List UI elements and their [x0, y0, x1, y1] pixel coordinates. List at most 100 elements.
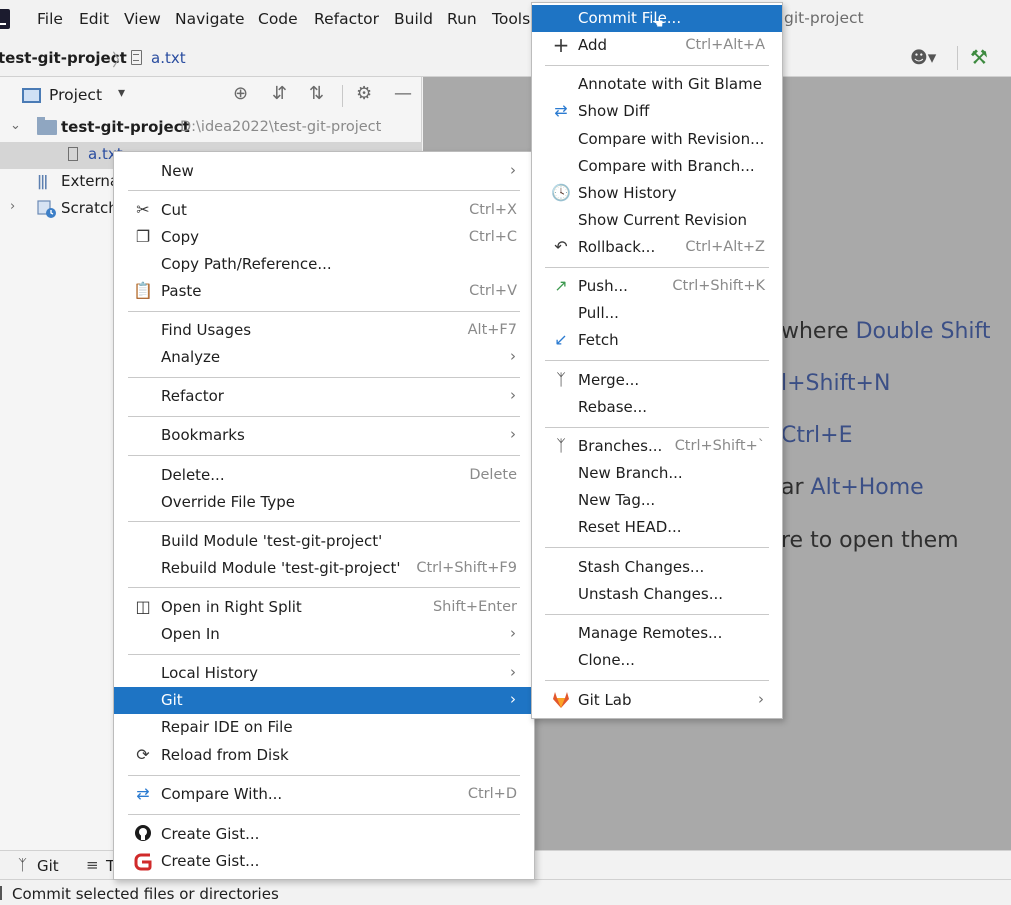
- menu-item-copy[interactable]: ❐ Copy Ctrl+C: [114, 224, 534, 251]
- expand-chevron-icon[interactable]: ⌄: [10, 118, 21, 133]
- menu-item-create-gist-github[interactable]: Create Gist...: [114, 821, 534, 848]
- menu-code[interactable]: Code: [258, 10, 298, 28]
- menu-item-annotate[interactable]: Annotate with Git Blame: [532, 71, 782, 98]
- menu-item-show-history[interactable]: 🕓 Show History: [532, 180, 782, 207]
- menu-item-refactor[interactable]: Refactor ›: [114, 383, 534, 410]
- menu-run[interactable]: Run: [447, 10, 477, 28]
- menu-item-copy-path[interactable]: Copy Path/Reference...: [114, 251, 534, 278]
- menu-item-gitlab[interactable]: Git Lab ›: [532, 687, 782, 714]
- tree-root-row[interactable]: ⌄ test-git-project D:\idea2022\test-git-…: [0, 115, 422, 142]
- hide-panel-icon[interactable]: —: [394, 83, 412, 104]
- text-file-icon: [131, 50, 142, 65]
- menu-item-label: Copy: [161, 228, 200, 246]
- collapsed-chevron-icon[interactable]: ›: [10, 199, 15, 214]
- menu-tools[interactable]: Tools: [492, 10, 530, 28]
- menu-item-pull[interactable]: Pull...: [532, 300, 782, 327]
- menu-item-build-module[interactable]: Build Module 'test-git-project': [114, 528, 534, 555]
- menu-navigate[interactable]: Navigate: [175, 10, 245, 28]
- submenu-arrow-icon: ›: [510, 161, 516, 179]
- user-account-icon[interactable]: ☻▾: [910, 48, 946, 70]
- github-icon: [133, 824, 153, 844]
- menu-item-shortcut: Ctrl+V: [469, 283, 517, 299]
- menu-item-analyze[interactable]: Analyze ›: [114, 344, 534, 371]
- menu-build[interactable]: Build: [394, 10, 433, 28]
- menu-bar: File Edit View Navigate Code Refactor Bu…: [0, 0, 1011, 40]
- expand-all-icon[interactable]: ⇵: [272, 83, 287, 104]
- menu-item-new-tag[interactable]: New Tag...: [532, 487, 782, 514]
- intellij-logo-icon[interactable]: [0, 9, 10, 29]
- menu-item-manage-remotes[interactable]: Manage Remotes...: [532, 620, 782, 647]
- menu-item-push[interactable]: ↗ Push... Ctrl+Shift+K: [532, 273, 782, 300]
- menu-item-open-right-split[interactable]: ◫ Open in Right Split Shift+Enter: [114, 594, 534, 621]
- menu-view[interactable]: View: [124, 10, 161, 28]
- tree-root-name: test-git-project: [61, 118, 190, 136]
- view-dropdown-icon[interactable]: ▾: [118, 85, 125, 101]
- menu-separator: [545, 360, 769, 361]
- menu-item-compare-branch[interactable]: Compare with Branch...: [532, 153, 782, 180]
- clock-icon: 🕓: [551, 183, 571, 202]
- menu-refactor[interactable]: Refactor: [314, 10, 379, 28]
- menu-item-label: Git Lab: [578, 691, 632, 709]
- menu-item-paste[interactable]: 📋 Paste Ctrl+V: [114, 278, 534, 305]
- menu-item-shortcut: Ctrl+D: [467, 786, 517, 802]
- collapse-all-icon[interactable]: ⇅: [309, 83, 324, 104]
- menu-item-local-history[interactable]: Local History ›: [114, 660, 534, 687]
- menu-item-commit-file[interactable]: Commit File... ☚: [532, 5, 782, 32]
- menu-item-shortcut: Alt+F7: [467, 322, 517, 338]
- menu-item-bookmarks[interactable]: Bookmarks ›: [114, 422, 534, 449]
- menu-item-new[interactable]: New ›: [114, 158, 534, 185]
- split-editor-icon: ◫: [135, 597, 151, 616]
- menu-item-clone[interactable]: Clone...: [532, 647, 782, 674]
- menu-item-label: Add: [578, 36, 608, 54]
- menu-item-delete[interactable]: Delete... Delete: [114, 462, 534, 489]
- menu-item-git[interactable]: Git ›: [114, 687, 534, 714]
- menu-item-reload-from-disk[interactable]: ⟳ Reload from Disk: [114, 742, 534, 769]
- hint-text: where: [781, 319, 856, 344]
- git-branch-icon[interactable]: ᛉ: [18, 856, 27, 874]
- status-bar: Commit selected files or directories: [0, 879, 1011, 905]
- menu-item-branches[interactable]: ᛉ Branches... Ctrl+Shift+`: [532, 433, 782, 460]
- project-panel-header: Project ▾ ⊕ ⇵ ⇅ ⚙ —: [0, 77, 422, 115]
- menu-item-repair-ide[interactable]: Repair IDE on File: [114, 714, 534, 741]
- gear-icon[interactable]: ⚙: [356, 83, 372, 104]
- menu-separator: [128, 377, 520, 378]
- menu-item-new-branch[interactable]: New Branch...: [532, 460, 782, 487]
- menu-item-unstash[interactable]: Unstash Changes...: [532, 581, 782, 608]
- build-hammer-icon[interactable]: ⚒: [970, 45, 988, 69]
- menu-item-label: Git: [161, 691, 183, 709]
- menu-separator: [128, 814, 520, 815]
- menu-item-label: Override File Type: [161, 493, 295, 511]
- menu-item-merge[interactable]: ᛉ Merge...: [532, 367, 782, 394]
- merge-icon: ᛉ: [556, 370, 566, 389]
- plus-icon: +: [552, 33, 570, 57]
- menu-item-compare-with[interactable]: ⇄ Compare With... Ctrl+D: [114, 781, 534, 808]
- tool-window-git[interactable]: Git: [37, 857, 59, 875]
- menu-item-add[interactable]: + Add Ctrl+Alt+A: [532, 32, 782, 59]
- menu-item-stash[interactable]: Stash Changes...: [532, 554, 782, 581]
- locate-file-icon[interactable]: ⊕: [233, 83, 248, 104]
- menu-file[interactable]: File: [37, 10, 63, 28]
- menu-item-rollback[interactable]: ↶ Rollback... Ctrl+Alt+Z: [532, 234, 782, 261]
- menu-edit[interactable]: Edit: [79, 10, 109, 28]
- breadcrumb-file[interactable]: a.txt: [151, 49, 186, 67]
- menu-item-show-diff[interactable]: ⇄ Show Diff: [532, 98, 782, 125]
- menu-item-open-in[interactable]: Open In ›: [114, 621, 534, 648]
- project-panel-title[interactable]: Project: [49, 86, 102, 104]
- menu-item-find-usages[interactable]: Find Usages Alt+F7: [114, 317, 534, 344]
- menu-item-create-gist-gitee[interactable]: Create Gist...: [114, 848, 534, 875]
- menu-separator: [128, 654, 520, 655]
- menu-item-rebuild-module[interactable]: Rebuild Module 'test-git-project' Ctrl+S…: [114, 555, 534, 582]
- menu-item-reset-head[interactable]: Reset HEAD...: [532, 514, 782, 541]
- menu-item-cut[interactable]: ✂ Cut Ctrl+X: [114, 197, 534, 224]
- menu-item-label: New Branch...: [578, 464, 683, 482]
- menu-separator: [545, 65, 769, 66]
- menu-item-rebase[interactable]: Rebase...: [532, 394, 782, 421]
- breadcrumb-project[interactable]: test-git-project: [0, 49, 127, 67]
- menu-item-show-current-revision[interactable]: Show Current Revision: [532, 207, 782, 234]
- menu-item-label: Commit File...: [578, 9, 682, 27]
- menu-item-fetch[interactable]: ↙ Fetch: [532, 327, 782, 354]
- menu-item-compare-revision[interactable]: Compare with Revision...: [532, 126, 782, 153]
- submenu-arrow-icon: ›: [510, 386, 516, 404]
- todo-list-icon[interactable]: ≡: [86, 856, 99, 874]
- menu-item-override-file-type[interactable]: Override File Type: [114, 489, 534, 516]
